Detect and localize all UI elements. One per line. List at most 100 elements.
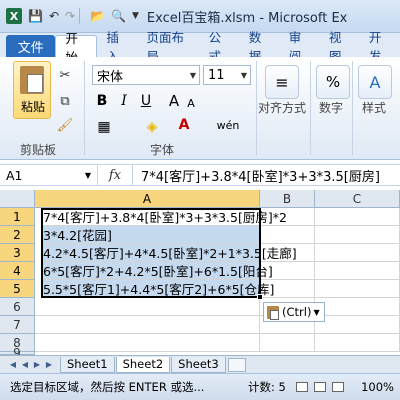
column-header-c[interactable]: C xyxy=(315,190,400,208)
tab-developer[interactable]: 开发 xyxy=(360,30,400,64)
tab-insert[interactable]: 插入 xyxy=(97,30,137,64)
border-icon[interactable]: ▦ xyxy=(94,117,114,137)
normal-view-icon[interactable] xyxy=(295,382,308,392)
window-title: Excel百宝箱.xlsm - Microsoft Ex xyxy=(146,10,348,26)
font-color-icon[interactable]: A xyxy=(174,115,194,135)
cut-icon[interactable]: ✂ xyxy=(56,67,74,83)
number-format-icon[interactable]: % xyxy=(316,65,350,99)
fill-color-icon[interactable]: ◈ xyxy=(142,117,162,137)
tab-review[interactable]: 审阅 xyxy=(280,30,320,64)
bold-button[interactable]: B xyxy=(94,91,110,111)
formula-input[interactable]: 7*4[客厅]+3.8*4[卧室]*3+3*3.5[厨房] xyxy=(132,165,400,185)
font-name-combo[interactable]: 宋体 ▼ xyxy=(92,65,200,85)
row-header[interactable]: 6 xyxy=(0,298,35,316)
tab-formulas[interactable]: 公式 xyxy=(200,30,240,64)
row-header[interactable]: 3 xyxy=(0,244,35,262)
grid-cell[interactable] xyxy=(315,262,400,280)
save-icon[interactable]: 💾 xyxy=(28,9,43,23)
tab-page-layout[interactable]: 页面布局 xyxy=(138,30,200,64)
cell-a2[interactable]: 3*4.2[花园] xyxy=(41,226,260,244)
italic-button[interactable]: I xyxy=(116,91,132,111)
grid-cell[interactable] xyxy=(315,244,400,262)
row-header[interactable]: 5 xyxy=(0,280,35,298)
paste-options-label: (Ctrl) xyxy=(282,305,312,319)
insert-sheet-icon[interactable] xyxy=(227,357,246,372)
cell-a5[interactable]: 5.5*5[客厅1]+4.4*5[客厅2]+6*5[仓库] xyxy=(41,280,274,298)
open-folder-icon[interactable]: 📂 xyxy=(90,9,105,23)
sheet-tab-3[interactable]: Sheet3 xyxy=(171,356,226,373)
sheet-tab-1[interactable]: Sheet1 xyxy=(60,356,115,373)
grid-cell[interactable] xyxy=(35,298,260,316)
status-count: 计数: 5 xyxy=(248,380,286,394)
format-painter-icon[interactable]: 🖌 xyxy=(56,117,74,133)
status-message: 选定目标区域，然后按 ENTER 或选... xyxy=(10,380,205,394)
underline-button[interactable]: U xyxy=(138,91,154,111)
grid-cell[interactable] xyxy=(315,298,400,316)
prev-sheet-icon[interactable]: ◀ xyxy=(20,358,30,372)
cell-a4[interactable]: 6*5[客厅]*2+4.2*5[卧室]+6*1.5[阳台] xyxy=(41,262,273,280)
redo-icon[interactable]: ↷ xyxy=(65,9,75,23)
font-size-value: 11 xyxy=(208,67,225,83)
alignment-icon[interactable]: ≡ xyxy=(265,65,299,99)
paste-label: 粘贴 xyxy=(21,100,46,114)
copy-icon[interactable]: ⧉ xyxy=(56,93,74,109)
last-sheet-icon[interactable]: ▶ xyxy=(44,358,54,372)
row-header[interactable]: 1 xyxy=(0,208,35,226)
grid-cell[interactable] xyxy=(315,334,400,352)
customize-toolbar-icon[interactable]: ▼ xyxy=(132,11,139,21)
undo-icon[interactable]: ↶ xyxy=(49,9,59,23)
column-header-a[interactable]: A xyxy=(35,190,260,208)
grow-font-button[interactable]: A xyxy=(166,91,182,111)
excel-logo-icon[interactable]: X xyxy=(6,8,22,24)
phonetic-icon[interactable]: wén xyxy=(214,115,242,135)
grid-cell[interactable] xyxy=(315,226,400,244)
grid-cell[interactable] xyxy=(260,334,315,352)
page-break-view-icon[interactable] xyxy=(331,382,344,392)
print-preview-icon[interactable]: 🔍 xyxy=(111,9,126,23)
cell-a3[interactable]: 4.2*4.5[客厅]+4*4.5[卧室]*2+1*3.5[走廊] xyxy=(41,244,297,262)
column-header-b[interactable]: B xyxy=(260,190,315,208)
zoom-level[interactable]: 100% xyxy=(361,380,394,394)
sheet-tab-2[interactable]: Sheet2 xyxy=(115,356,171,373)
tab-data[interactable]: 数据 xyxy=(240,30,280,64)
grid-cell[interactable] xyxy=(315,280,400,298)
number-group-label[interactable]: 数字 xyxy=(319,99,343,116)
tab-home[interactable]: 开始 xyxy=(55,31,98,65)
select-all-button[interactable] xyxy=(0,190,35,208)
row-header[interactable]: 7 xyxy=(0,316,35,334)
grid-cell[interactable] xyxy=(35,316,260,334)
formula-bar: A1 ▼ fx 7*4[客厅]+3.8*4[卧室]*3+3*3.5[厨房] xyxy=(0,164,400,186)
grid-cell[interactable] xyxy=(315,316,400,334)
first-sheet-icon[interactable]: ◀ xyxy=(8,358,18,372)
spreadsheet-grid: A B C 1 2 3 4 5 6 7 8 9 7*4[客厅]+3.8*4[卧室… xyxy=(0,190,400,360)
shrink-font-button[interactable]: A xyxy=(184,93,198,113)
next-sheet-icon[interactable]: ▶ xyxy=(32,358,42,372)
grid-cell[interactable] xyxy=(35,334,260,352)
chevron-down-icon: ▼ xyxy=(313,307,320,317)
styles-group-label[interactable]: 样式 xyxy=(362,99,386,116)
cell-a1[interactable]: 7*4[客厅]+3.8*4[卧室]*3+3*3.5[厨房]*2 xyxy=(41,208,287,226)
status-bar: 选定目标区域，然后按 ENTER 或选... 计数: 5 100% xyxy=(0,373,400,400)
row-header[interactable]: 4 xyxy=(0,262,35,280)
tab-file[interactable]: 文件 xyxy=(6,35,56,57)
grid-cell[interactable] xyxy=(315,208,400,226)
font-name-value: 宋体 xyxy=(97,69,124,85)
styles-icon[interactable]: A xyxy=(358,65,392,99)
clipboard-group-label: 剪贴板 xyxy=(20,143,57,157)
insert-function-icon[interactable]: fx xyxy=(98,168,132,183)
ribbon: 粘贴 ✂ ⧉ 🖌 剪贴板 宋体 ▼ 11 ▼ B I U A A ▦ ◈ A w… xyxy=(0,57,400,160)
page-layout-view-icon[interactable] xyxy=(313,382,326,392)
tab-view[interactable]: 视图 xyxy=(320,30,360,64)
sheet-tabs-bar: ◀ ◀ ▶ ▶ Sheet1 Sheet2 Sheet3 xyxy=(0,355,400,373)
name-box-value: A1 xyxy=(6,167,23,183)
font-group-label: 字体 xyxy=(150,143,175,157)
fill-handle[interactable] xyxy=(257,294,263,300)
paste-options-button[interactable]: (Ctrl) ▼ xyxy=(263,302,325,322)
paste-options-icon xyxy=(267,305,279,320)
row-header[interactable]: 2 xyxy=(0,226,35,244)
alignment-group-label[interactable]: 对齐方式 xyxy=(258,99,306,116)
paste-button[interactable]: 粘贴 xyxy=(13,61,51,119)
grid-cell[interactable] xyxy=(260,226,315,244)
font-size-combo[interactable]: 11 ▼ xyxy=(203,65,251,85)
name-box[interactable]: A1 ▼ xyxy=(0,165,98,185)
